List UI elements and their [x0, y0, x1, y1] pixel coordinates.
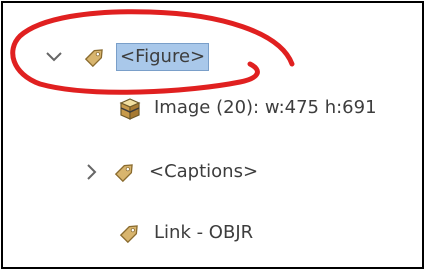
image-box-icon: [115, 93, 145, 123]
tree-item-label: <Figure>: [116, 43, 210, 71]
tree-item-link[interactable]: Link - OBJR: [115, 218, 256, 248]
chevron-right-icon[interactable]: [80, 160, 104, 184]
tree-item-label: <Captions>: [149, 161, 259, 182]
tree-item-figure[interactable]: <Figure>: [42, 42, 210, 72]
tree-item-image[interactable]: Image (20): w:475 h:691: [115, 93, 380, 123]
tree-item-label: Image (20): w:475 h:691: [154, 97, 377, 118]
tag-icon: [80, 42, 110, 72]
tree-item-label: Link - OBJR: [154, 222, 254, 243]
tree-item-captions[interactable]: <Captions>: [80, 157, 261, 187]
chevron-down-icon[interactable]: [42, 45, 66, 69]
tag-icon: [115, 218, 145, 248]
tag-icon: [110, 157, 140, 187]
